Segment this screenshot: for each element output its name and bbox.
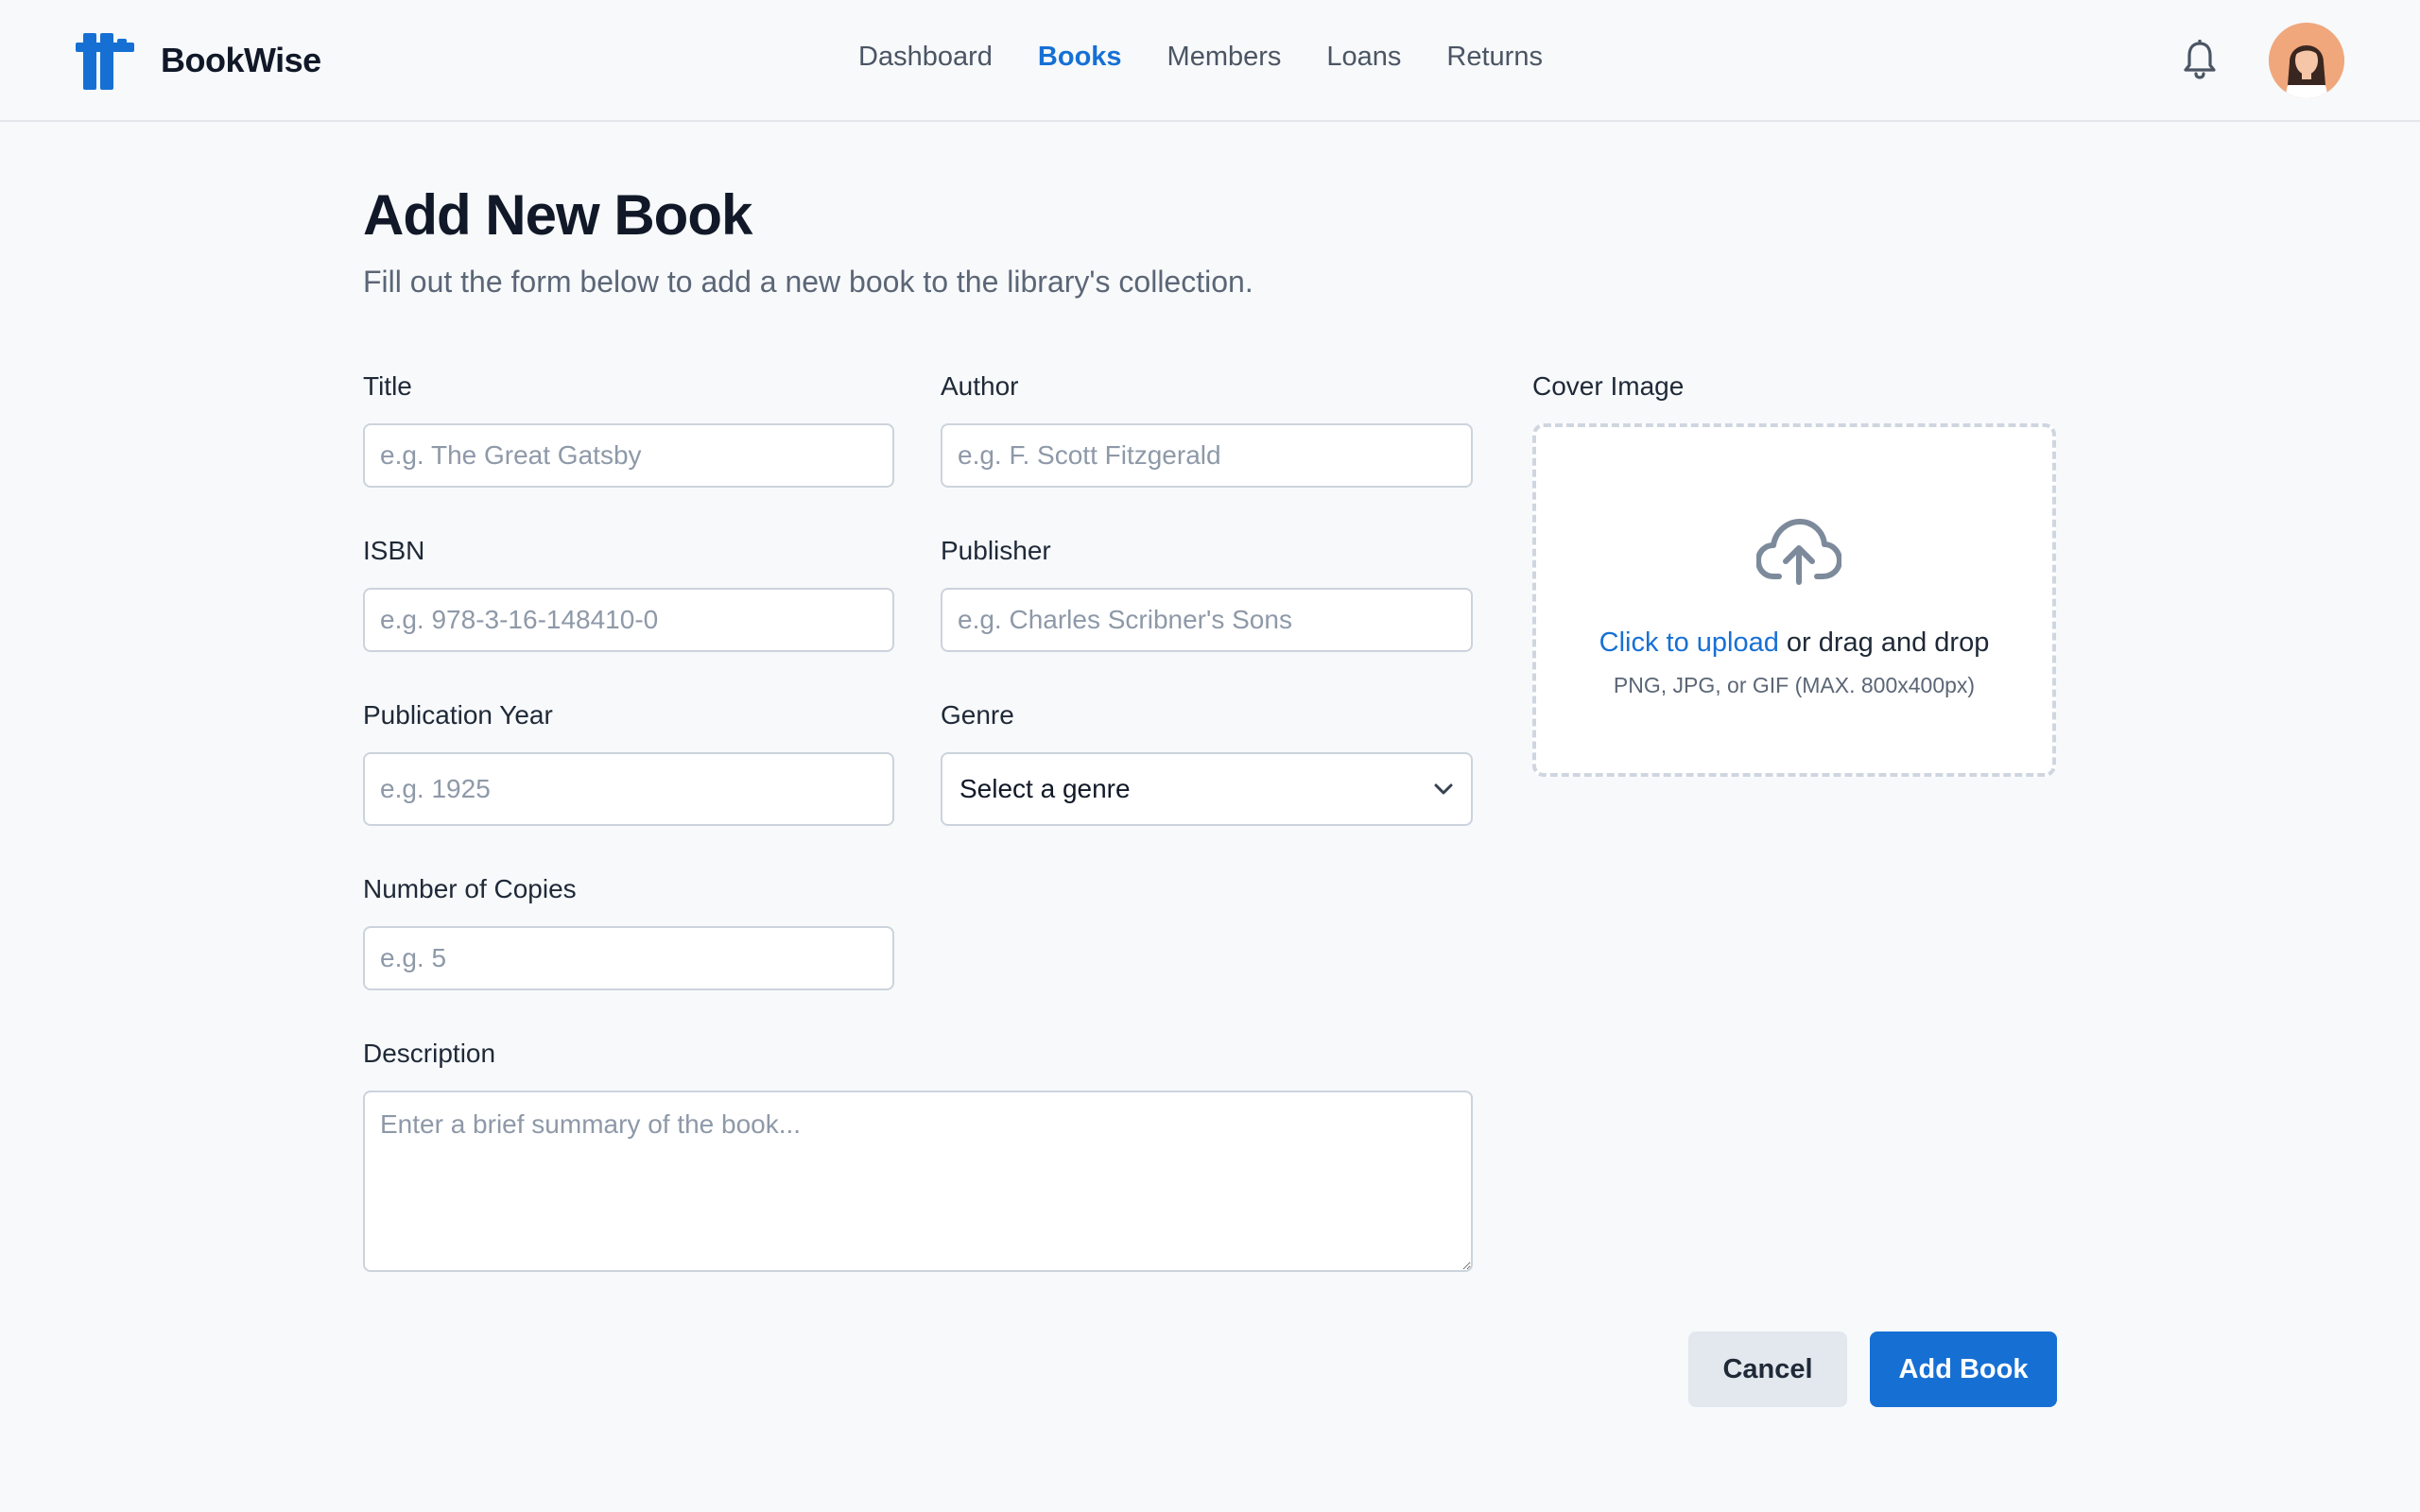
nav-item-books[interactable]: Books [1038, 42, 1122, 73]
title-label: Title [363, 371, 412, 401]
drag-and-drop-text: or drag and drop [1778, 627, 1990, 658]
copies-input[interactable] [363, 926, 894, 990]
nav-item-loans[interactable]: Loans [1326, 42, 1401, 73]
description-textarea[interactable] [363, 1091, 1473, 1272]
add-book-button[interactable]: Add Book [1870, 1332, 2057, 1407]
author-label: Author [941, 371, 1019, 401]
isbn-label: ISBN [363, 536, 425, 565]
publisher-label: Publisher [941, 536, 1051, 565]
bell-icon[interactable] [2182, 40, 2218, 79]
cancel-button[interactable]: Cancel [1688, 1332, 1847, 1407]
genre-label: Genre [941, 700, 1014, 730]
copies-label: Number of Copies [363, 874, 577, 903]
upload-instructions: Click to upload or drag and drop [1536, 627, 2052, 659]
user-avatar-icon [2269, 23, 2344, 98]
upload-hint: PNG, JPG, or GIF (MAX. 800x400px) [1613, 673, 1976, 697]
author-input[interactable] [941, 423, 1473, 488]
page-subtitle: Fill out the form below to add a new boo… [363, 265, 1253, 299]
main-nav: Dashboard Books Members Loans Returns [0, 42, 2420, 73]
publication-year-input[interactable] [363, 752, 894, 826]
isbn-input[interactable] [363, 588, 894, 652]
publication-year-label: Publication Year [363, 700, 553, 730]
description-label: Description [363, 1039, 496, 1068]
click-to-upload-link[interactable]: Click to upload [1599, 627, 1779, 658]
genre-select-value: Select a genre [959, 774, 1131, 803]
cloud-upload-icon [1756, 519, 1841, 585]
title-input[interactable] [363, 423, 894, 488]
publisher-input[interactable] [941, 588, 1473, 652]
cover-image-dropzone[interactable]: Click to upload or drag and drop PNG, JP… [1532, 423, 2056, 777]
avatar[interactable] [2269, 23, 2344, 98]
nav-item-returns[interactable]: Returns [1446, 42, 1543, 73]
chevron-down-icon [1434, 783, 1453, 795]
cover-image-label: Cover Image [1532, 371, 1685, 401]
top-navbar: BookWise Dashboard Books Members Loans R… [0, 0, 2420, 122]
page-title: Add New Book [363, 183, 752, 247]
nav-item-members[interactable]: Members [1167, 42, 1282, 73]
genre-select[interactable]: Select a genre [941, 752, 1473, 826]
nav-item-dashboard[interactable]: Dashboard [858, 42, 993, 73]
